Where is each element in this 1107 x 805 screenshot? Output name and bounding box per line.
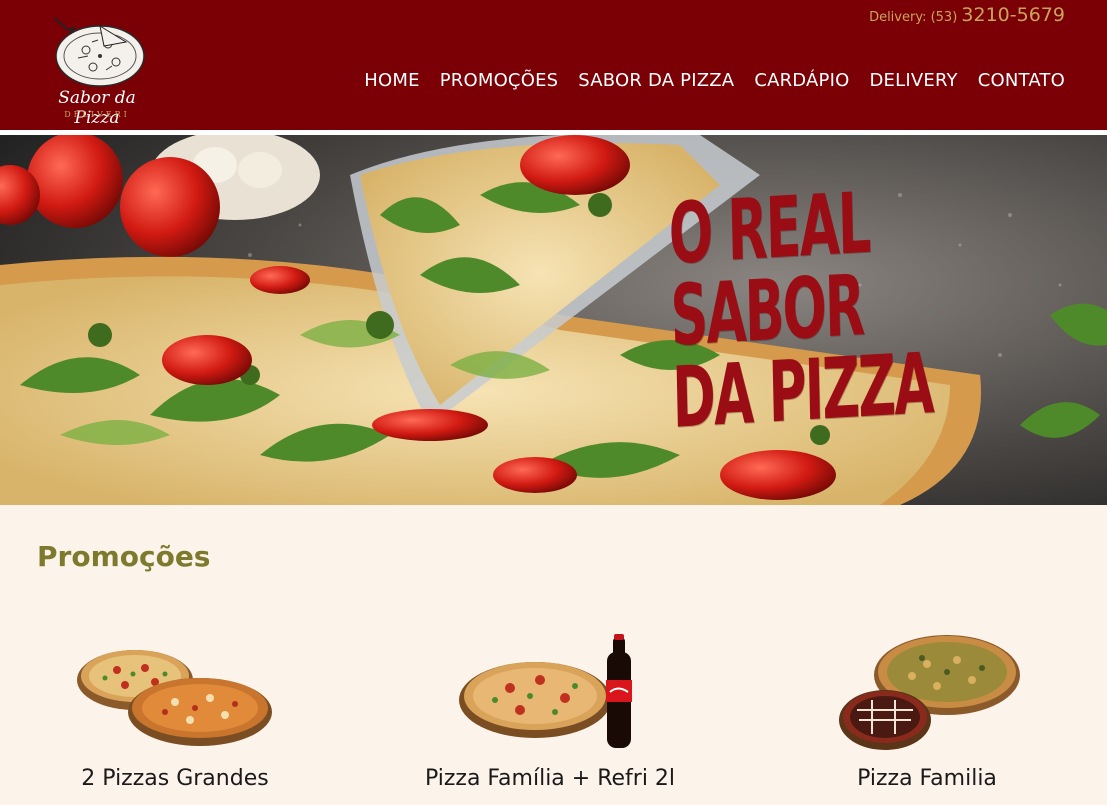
promo-title[interactable]: 2 Pizzas Grandes (25, 766, 325, 791)
hero-line-3: DA PIZZA (671, 334, 934, 447)
promo-image-2-pizzas (77, 650, 272, 746)
main-nav: HOME PROMOÇÕES SABOR DA PIZZA CARDÁPIO D… (344, 70, 1065, 91)
hero-banner: O REAL SABOR DA PIZZA (0, 135, 1107, 505)
logo-subtitle: DELIVERI (64, 110, 130, 119)
hero-headline: O REAL SABOR DA PIZZA (668, 174, 934, 447)
logo-name: Sabor da Pizza (58, 88, 136, 128)
nav-item-promocoes[interactable]: PROMOÇÕES (440, 70, 559, 91)
nav-item-sabor-da-pizza[interactable]: SABOR DA PIZZA (578, 70, 734, 91)
logo[interactable]: Sabor da Pizza DELIVERI (34, 8, 160, 128)
promo-title[interactable]: Pizza Família + Refri 2l (400, 766, 700, 791)
nav-item-delivery[interactable]: DELIVERY (870, 70, 958, 91)
promo-title[interactable]: Pizza Familia (777, 766, 1077, 791)
delivery-phone[interactable]: Delivery: (53) 3210-5679 (869, 4, 1065, 26)
nav-item-cardapio[interactable]: CARDÁPIO (754, 70, 849, 91)
promo-card-pizza-familia[interactable]: Pizza Familia (777, 630, 1077, 805)
promo-image-pizza-familia (839, 635, 1020, 750)
hero-pizza-image (0, 135, 1107, 505)
nav-item-home[interactable]: HOME (364, 70, 419, 91)
pizza-logo-icon (53, 17, 145, 87)
site-header: Sabor da Pizza DELIVERI Delivery: (53) 3… (0, 0, 1107, 130)
phone-number: 3210-5679 (961, 4, 1065, 26)
nav-item-contato[interactable]: CONTATO (978, 70, 1065, 91)
promo-image-familia-refri (459, 634, 632, 748)
section-title-promocoes: Promoções (37, 540, 211, 573)
phone-label: Delivery: (53) (869, 10, 958, 25)
promo-card-2-pizzas[interactable]: 2 Pizzas Grandes (25, 630, 325, 805)
promo-card-familia-refri[interactable]: Pizza Família + Refri 2l (400, 630, 700, 805)
